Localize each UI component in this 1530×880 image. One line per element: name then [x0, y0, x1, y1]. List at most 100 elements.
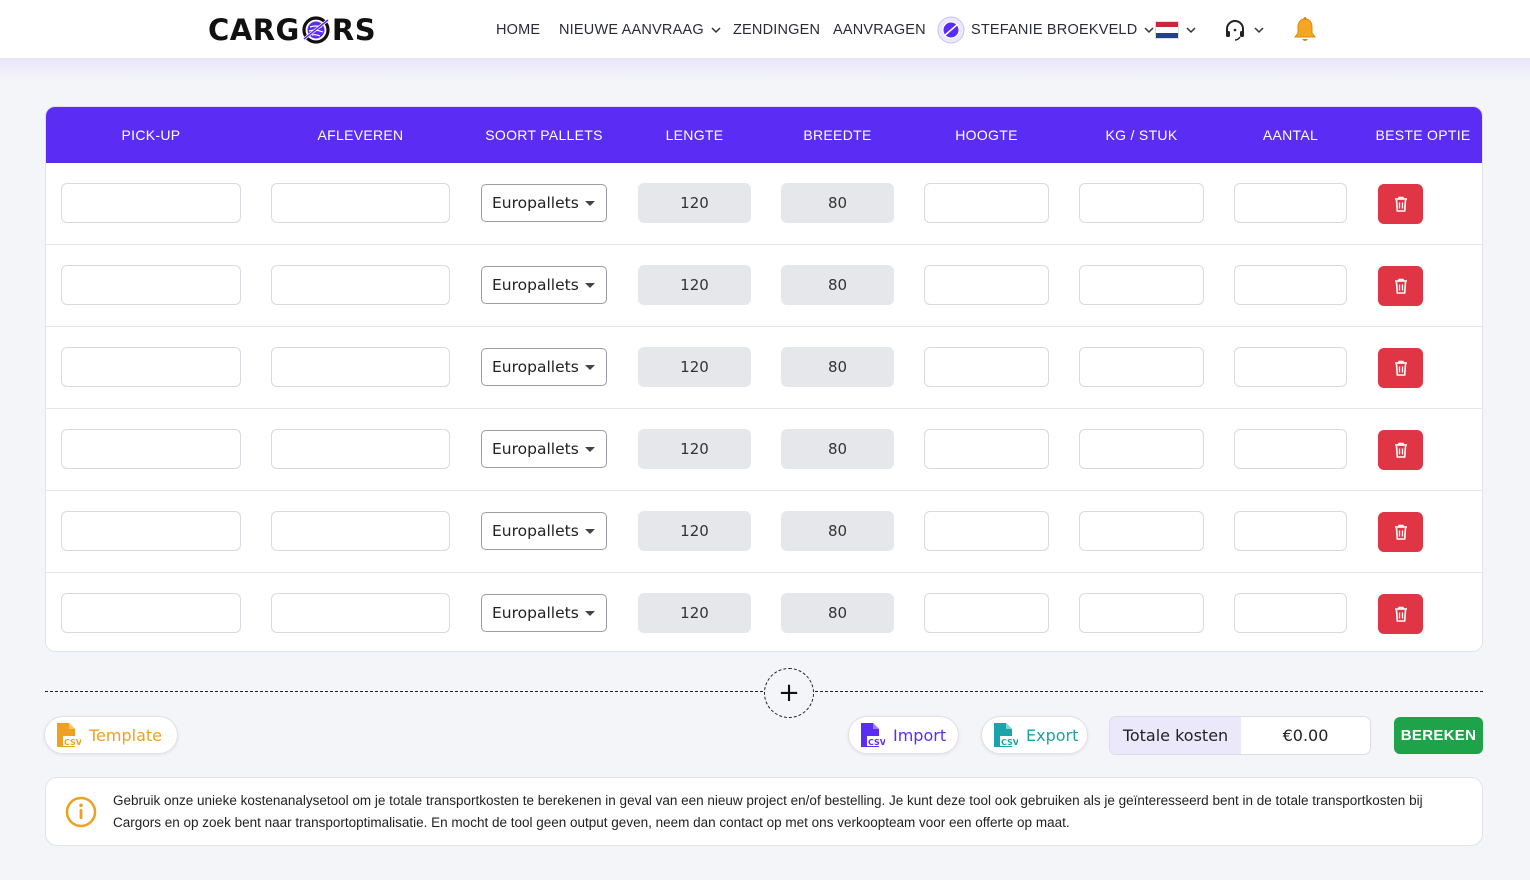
- pallet-type-select[interactable]: Europallets: [481, 266, 607, 304]
- table-row: Europallets 120 80: [46, 245, 1482, 327]
- chevron-down-icon: [711, 26, 721, 33]
- height-input[interactable]: [924, 265, 1049, 305]
- chevron-down-icon: [1186, 26, 1196, 33]
- quantity-input[interactable]: [1234, 347, 1347, 387]
- height-input[interactable]: [924, 593, 1049, 633]
- pallet-type-select[interactable]: Europallets: [481, 348, 607, 386]
- calculate-button[interactable]: BEREKEN: [1394, 717, 1483, 754]
- delete-row-button[interactable]: [1378, 348, 1423, 388]
- delete-row-button[interactable]: [1378, 184, 1423, 224]
- caret-down-icon: [585, 611, 595, 616]
- headset-icon: [1226, 19, 1244, 41]
- pickup-input[interactable]: [61, 593, 241, 633]
- caret-down-icon: [585, 283, 595, 288]
- nav-requests-label: AANVRAGEN: [833, 21, 926, 38]
- weight-input[interactable]: [1079, 183, 1204, 223]
- logo-text-right: RS: [331, 13, 377, 47]
- export-button[interactable]: CSV Export: [981, 716, 1088, 754]
- height-input[interactable]: [924, 347, 1049, 387]
- quantity-input[interactable]: [1234, 183, 1347, 223]
- add-row-button[interactable]: +: [764, 668, 814, 718]
- user-name: STEFANIE BROEKVELD: [971, 21, 1138, 38]
- language-selector[interactable]: [1155, 0, 1197, 59]
- delivery-input[interactable]: [271, 183, 450, 223]
- column-header: HOOGTE: [955, 127, 1018, 143]
- pallet-type-select[interactable]: Europallets: [481, 594, 607, 632]
- pallet-type-value: Europallets: [492, 276, 579, 294]
- pallet-type-select[interactable]: Europallets: [481, 430, 607, 468]
- nav-requests[interactable]: AANVRAGEN: [833, 0, 926, 59]
- delete-row-button[interactable]: [1378, 512, 1423, 552]
- column-header: BREEDTE: [803, 127, 872, 143]
- quantity-input[interactable]: [1234, 429, 1347, 469]
- logo-text-left: CARG: [208, 13, 300, 47]
- pallet-type-select[interactable]: Europallets: [481, 512, 607, 550]
- top-navbar: CARG RS HOME NIEUWE AANVRAAG ZENDINGEN A…: [0, 0, 1530, 59]
- notifications-button[interactable]: [1292, 0, 1318, 59]
- header-shadow: [0, 59, 1530, 81]
- quantity-input[interactable]: [1234, 265, 1347, 305]
- height-input[interactable]: [924, 511, 1049, 551]
- user-menu[interactable]: STEFANIE BROEKVELD: [937, 0, 1155, 59]
- caret-down-icon: [585, 529, 595, 534]
- width-field: 80: [781, 511, 894, 551]
- weight-input[interactable]: [1079, 347, 1204, 387]
- column-header: SOORT PALLETS: [485, 127, 603, 143]
- length-value: 120: [680, 358, 709, 376]
- bell-icon: [1294, 16, 1316, 41]
- table-row: Europallets 120 80: [46, 573, 1482, 651]
- import-button[interactable]: CSV Import: [848, 716, 959, 754]
- delivery-input[interactable]: [271, 593, 450, 633]
- globe-logo-icon: [302, 16, 330, 44]
- pickup-input[interactable]: [61, 429, 241, 469]
- weight-input[interactable]: [1079, 265, 1204, 305]
- csv-file-icon: CSV: [994, 723, 1018, 747]
- delete-row-button[interactable]: [1378, 430, 1423, 470]
- weight-input[interactable]: [1079, 593, 1204, 633]
- plus-icon: +: [778, 678, 800, 708]
- length-field: 120: [638, 265, 751, 305]
- width-field: 80: [781, 429, 894, 469]
- delete-row-button[interactable]: [1378, 266, 1423, 306]
- quantity-input[interactable]: [1234, 593, 1347, 633]
- delivery-input[interactable]: [271, 511, 450, 551]
- delivery-input[interactable]: [271, 429, 450, 469]
- weight-input[interactable]: [1079, 511, 1204, 551]
- pallet-type-select[interactable]: Europallets: [481, 184, 607, 222]
- delivery-input[interactable]: [271, 265, 450, 305]
- height-input[interactable]: [924, 429, 1049, 469]
- caret-down-icon: [585, 447, 595, 452]
- support-menu[interactable]: [1223, 0, 1265, 59]
- caret-down-icon: [585, 201, 595, 206]
- width-value: 80: [827, 522, 848, 540]
- pickup-input[interactable]: [61, 183, 241, 223]
- width-field: 80: [781, 265, 894, 305]
- template-label: Template: [89, 725, 163, 745]
- csv-label: CSV: [868, 738, 885, 747]
- cargors-logo[interactable]: CARG RS: [208, 12, 376, 48]
- table-row: Europallets 120 80: [46, 163, 1482, 245]
- quantity-input[interactable]: [1234, 511, 1347, 551]
- height-input[interactable]: [924, 183, 1049, 223]
- weight-input[interactable]: [1079, 429, 1204, 469]
- pickup-input[interactable]: [61, 511, 241, 551]
- pallet-type-value: Europallets: [492, 358, 579, 376]
- nav-new-request[interactable]: NIEUWE AANVRAAG: [559, 0, 722, 59]
- netherlands-flag-icon: [1155, 20, 1179, 39]
- width-field: 80: [781, 593, 894, 633]
- width-field: 80: [781, 183, 894, 223]
- nav-shipments[interactable]: ZENDINGEN: [733, 0, 820, 59]
- delete-row-button[interactable]: [1378, 594, 1423, 634]
- pickup-input[interactable]: [61, 347, 241, 387]
- pickup-input[interactable]: [61, 265, 241, 305]
- chevron-down-icon: [1254, 26, 1264, 33]
- pallet-type-value: Europallets: [492, 604, 579, 622]
- chevron-down-icon: [1144, 26, 1154, 33]
- column-header: KG / STUK: [1105, 127, 1178, 143]
- template-button[interactable]: CSV Template: [44, 716, 178, 754]
- nav-home[interactable]: HOME: [496, 0, 540, 59]
- delivery-input[interactable]: [271, 347, 450, 387]
- trash-icon: [1394, 606, 1407, 622]
- info-text: Gebruik onze unieke kostenanalysetool om…: [113, 793, 1423, 830]
- trash-icon: [1394, 524, 1407, 540]
